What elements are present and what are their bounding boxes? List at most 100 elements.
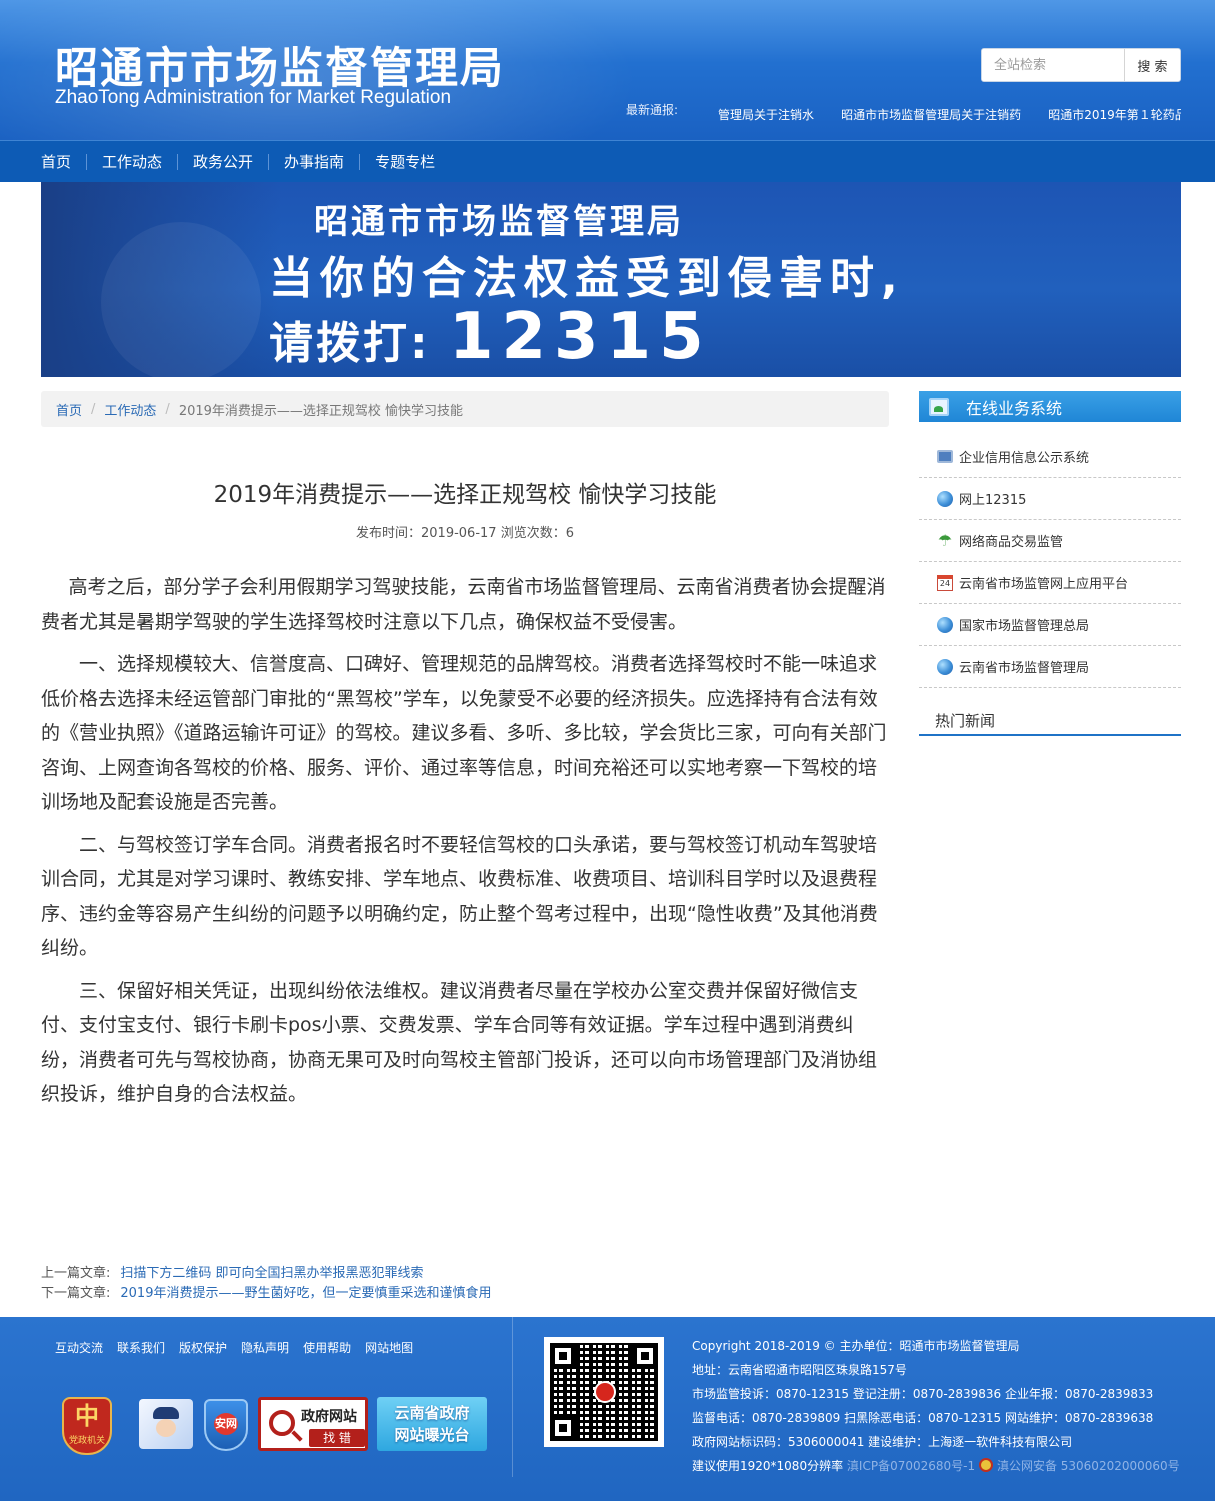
banner-line-2: 当你的合法权益受到侵害时, <box>269 253 905 304</box>
breadcrumb-home[interactable]: 首页 <box>56 400 82 419</box>
main-nav: 首页 工作动态 政务公开 办事指南 专题专栏 <box>0 140 1215 182</box>
footer-link-sitemap[interactable]: 网站地图 <box>365 1339 413 1356</box>
prev-next-nav: 上一篇文章: 扫描下方二维码 即可向全国扫黑办举报黑恶犯罪线索 下一篇文章: 201… <box>41 1264 491 1304</box>
yn-badge-line-2: 网站曝光台 <box>394 1426 470 1444</box>
footer-site-code: 政府网站标识码：5306000041 建设维护：上海逐一软件科技有限公司 <box>692 1435 1073 1449</box>
ticker-item[interactable]: 昭通市市场监督管理局关于注销药 <box>841 108 1021 122</box>
footer-info: Copyright 2018-2019 © 主办单位：昭通市市场监督管理局 地址… <box>692 1334 1180 1478</box>
nav-item-gov-affairs[interactable]: 政务公开 <box>177 153 268 170</box>
police-face-shape <box>156 1419 176 1437</box>
nav-item-service-guide[interactable]: 办事指南 <box>268 153 359 170</box>
sidebar-item-credit-system[interactable]: 企业信用信息公示系统 <box>919 436 1181 478</box>
qr-finder <box>550 1343 576 1369</box>
sidebar-item-online-trade[interactable]: ☂ 网络商品交易监管 <box>919 520 1181 562</box>
police-badge-icon <box>978 1458 993 1472</box>
breadcrumb-separator: / <box>91 401 96 417</box>
qr-code-pattern <box>550 1343 658 1441</box>
search-box: 搜 索 <box>981 48 1181 82</box>
article-paragraph: 二、与驾校签订学车合同。消费者报名时不要轻信驾校的口头承诺，要与驾校签订机动车驾… <box>41 833 878 960</box>
umbrella-icon: ☂ <box>937 530 953 550</box>
ticker-item[interactable]: 管理局关于注销水 <box>718 108 814 122</box>
site-header: 昭通市市场监督管理局 ZhaoTong Administration for M… <box>0 0 1215 140</box>
gov-site-error-report-badge[interactable]: 政府网站 找 错 <box>258 1397 368 1451</box>
qr-code-icon <box>544 1337 664 1447</box>
police-reg-link[interactable]: 滇公网安备 53060202000060号 <box>997 1459 1180 1473</box>
qr-finder <box>632 1343 658 1369</box>
sidebar-title: 在线业务系统 <box>966 398 1063 418</box>
footer-link-help[interactable]: 使用帮助 <box>303 1339 351 1356</box>
next-article-link[interactable]: 2019年消费提示——野生菌好吃，但一定要慎重采选和谨慎食用 <box>120 1286 491 1301</box>
footer-supervision-phones: 监督电话：0870-2839809 扫黑除恶电话：0870-12315 网站维护… <box>692 1411 1154 1425</box>
article-meta: 发布时间：2019-06-17 浏览次数：6 <box>356 526 574 541</box>
nav-item-home[interactable]: 首页 <box>41 154 86 170</box>
emblem-icon <box>594 1381 616 1403</box>
footer-resolution-note: 建议使用1920*1080分辨率 <box>692 1459 844 1473</box>
ticker-label: 最新通报: <box>626 103 679 117</box>
sidebar-item-label: 网上12315 <box>959 493 1027 508</box>
calendar-icon: 24 <box>937 574 953 591</box>
footer-divider <box>512 1317 513 1477</box>
prev-label: 上一篇文章: <box>41 1266 111 1281</box>
hot-news-heading: 热门新闻 <box>919 704 1181 736</box>
gov-badge-action: 找 错 <box>309 1429 365 1447</box>
search-button[interactable]: 搜 索 <box>1124 49 1180 81</box>
yunnan-exposure-badge[interactable]: 云南省政府 网站曝光台 <box>377 1397 487 1451</box>
footer-copyright: Copyright 2018-2019 © 主办单位：昭通市市场监督管理局 <box>692 1339 1020 1353</box>
sidebar-header: 在线业务系统 <box>919 391 1181 422</box>
breadcrumb: 首页 / 工作动态 / 2019年消费提示——选择正规驾校 愉快学习技能 <box>41 391 889 427</box>
banner-call-prefix: 请拨打: <box>269 318 431 369</box>
site-footer: 互动交流 联系我们 版权保护 隐私声明 使用帮助 网站地图 中 党政机关 安网 … <box>0 1317 1215 1501</box>
party-gov-badge-icon[interactable]: 中 党政机关 <box>62 1397 112 1455</box>
article-paragraph: 一、选择规模较大、信誉度高、口碑好、管理规范的品牌驾校。消费者选择驾校时不能一味… <box>41 653 887 813</box>
article-title: 2019年消费提示——选择正规驾校 愉快学习技能 <box>213 482 717 508</box>
cyber-police-badge-icon[interactable] <box>139 1399 193 1449</box>
banner-line-1: 昭通市市场监督管理局 <box>314 202 684 242</box>
footer-link-interaction[interactable]: 互动交流 <box>55 1339 103 1356</box>
sidebar-item-12315[interactable]: 网上12315 <box>919 478 1181 520</box>
prev-article-link[interactable]: 扫描下方二维码 即可向全国扫黑办举报黑恶犯罪线索 <box>120 1266 423 1281</box>
sidebar-item-yunnan-amr[interactable]: 云南省市场监督管理局 <box>919 646 1181 688</box>
safe-net-shield-icon[interactable]: 安网 <box>204 1399 248 1451</box>
footer-registration-line: 建议使用1920*1080分辨率 滇ICP备07002680号-1 滇公网安备 … <box>692 1454 1180 1478</box>
icp-link[interactable]: 滇ICP备07002680号-1 <box>847 1459 975 1473</box>
site-subtitle: ZhaoTong Administration for Market Regul… <box>55 87 452 108</box>
news-ticker: 管理局关于注销水 昭通市市场监督管理局关于注销药 昭通市2019年第１轮药品抽 <box>718 104 1181 122</box>
sidebar-item-samr[interactable]: 国家市场监督管理总局 <box>919 604 1181 646</box>
magnifier-icon <box>269 1410 295 1436</box>
sidebar-list: 企业信用信息公示系统 网上12315 ☂ 网络商品交易监管 24 云南省市场监管… <box>919 436 1181 688</box>
sidebar-item-label: 云南省市场监督管理局 <box>959 661 1090 676</box>
sidebar-item-label: 国家市场监督管理总局 <box>959 619 1090 634</box>
footer-link-contact[interactable]: 联系我们 <box>117 1339 165 1356</box>
sidebar-item-label: 云南省市场监管网上应用平台 <box>959 577 1129 592</box>
footer-link-copyright[interactable]: 版权保护 <box>179 1339 227 1356</box>
globe-icon <box>937 658 953 675</box>
sidebar-item-yunnan-platform[interactable]: 24 云南省市场监管网上应用平台 <box>919 562 1181 604</box>
footer-link-privacy[interactable]: 隐私声明 <box>241 1339 289 1356</box>
sidebar-item-label: 网络商品交易监管 <box>959 535 1064 550</box>
police-hat-shape <box>153 1407 179 1419</box>
nav-item-special-topics[interactable]: 专题专栏 <box>359 153 450 170</box>
monitor-icon <box>937 450 953 463</box>
banner-hotline-number: 12315 <box>448 300 712 374</box>
breadcrumb-current: 2019年消费提示——选择正规驾校 愉快学习技能 <box>178 403 464 419</box>
search-input[interactable] <box>982 49 1124 81</box>
article-paragraph: 高考之后，部分学子会利用假期学习驾驶技能，云南省市场监督管理局、云南省消费者协会… <box>41 576 886 633</box>
banner-line-3: 请拨打: 12315 <box>269 300 712 374</box>
breadcrumb-separator: / <box>165 401 170 417</box>
shield-label: 安网 <box>214 1413 238 1435</box>
banner-decoration <box>101 222 261 377</box>
footer-address: 地址：云南省昭通市昭阳区珠泉路157号 <box>692 1363 907 1377</box>
globe-icon <box>937 616 953 633</box>
globe-icon <box>937 490 953 507</box>
breadcrumb-section[interactable]: 工作动态 <box>104 400 156 419</box>
nav-item-work-news[interactable]: 工作动态 <box>86 153 177 170</box>
online-system-icon <box>929 397 949 416</box>
next-label: 下一篇文章: <box>41 1286 111 1301</box>
sidebar-item-label: 企业信用信息公示系统 <box>959 451 1090 466</box>
party-badge-label: 党政机关 <box>68 1436 105 1446</box>
ticker-item[interactable]: 昭通市2019年第１轮药品抽 <box>1048 108 1181 122</box>
footer-complaint-phones: 市场监管投诉：0870-12315 登记注册：0870-2839836 企业年报… <box>692 1387 1154 1401</box>
gov-badge-title: 政府网站 <box>301 1409 357 1425</box>
qr-finder <box>550 1415 576 1441</box>
yn-badge-line-1: 云南省政府 <box>394 1404 470 1422</box>
